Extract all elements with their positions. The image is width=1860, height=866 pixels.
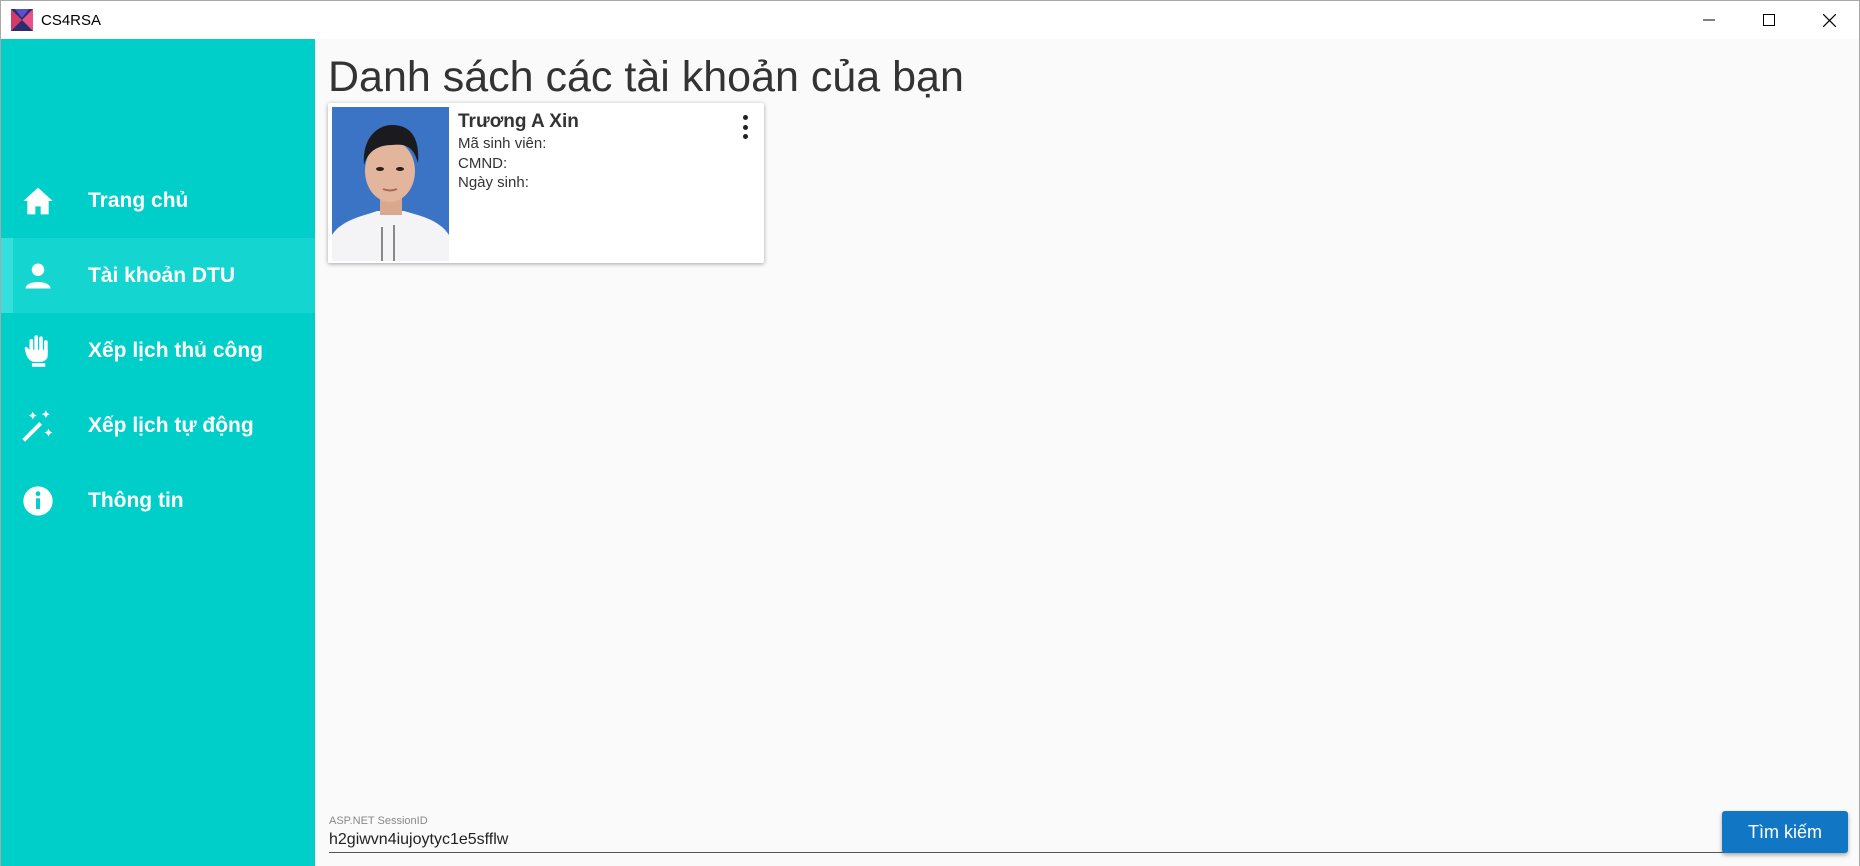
student-id-label: Mã sinh viên: xyxy=(458,135,547,152)
page-title: Danh sách các tài khoản của bạn xyxy=(328,53,964,101)
birthdate-label: Ngày sinh: xyxy=(458,174,529,191)
account-name: Trương A Xin xyxy=(458,111,579,132)
sidebar-item-account[interactable]: Tài khoản DTU xyxy=(1,238,315,313)
maximize-icon xyxy=(1763,14,1775,26)
account-icon xyxy=(21,259,55,293)
info-icon xyxy=(21,484,55,518)
sidebar-item-label: Xếp lịch tự động xyxy=(88,413,254,437)
sidebar: Trang chủ Tài khoản DTU Xếp lịch thủ côn… xyxy=(1,39,315,866)
main-content: Danh sách các tài khoản của bạn Trương A… xyxy=(315,39,1859,866)
sidebar-item-home[interactable]: Trang chủ xyxy=(1,163,315,238)
search-button[interactable]: Tìm kiếm xyxy=(1722,811,1848,853)
close-icon xyxy=(1822,13,1836,27)
maximize-button[interactable] xyxy=(1739,1,1799,39)
sidebar-item-label: Trang chủ xyxy=(88,188,189,212)
minimize-button[interactable] xyxy=(1679,1,1739,39)
session-id-label: ASP.NET SessionID xyxy=(329,815,428,827)
minimize-icon xyxy=(1703,19,1715,21)
sidebar-item-manual-schedule[interactable]: Xếp lịch thủ công xyxy=(1,313,315,388)
home-icon xyxy=(21,184,55,218)
sidebar-nav: Trang chủ Tài khoản DTU Xếp lịch thủ côn… xyxy=(1,163,315,538)
sidebar-item-label: Xếp lịch thủ công xyxy=(88,338,264,362)
app-window: CS4RSA Trang chủ Tài khoản DTU Xếp lịch … xyxy=(0,0,1860,866)
more-options-icon[interactable] xyxy=(740,115,750,139)
sidebar-item-label: Thông tin xyxy=(88,488,184,512)
close-button[interactable] xyxy=(1799,1,1859,39)
avatar xyxy=(332,107,449,261)
sidebar-item-label: Tài khoản DTU xyxy=(88,263,236,287)
title-bar: CS4RSA xyxy=(1,1,1859,39)
app-logo-icon xyxy=(11,9,33,31)
sidebar-item-info[interactable]: Thông tin xyxy=(1,463,315,538)
magic-wand-icon xyxy=(21,409,55,443)
hand-icon xyxy=(21,334,55,368)
sidebar-item-auto-schedule[interactable]: Xếp lịch tự động xyxy=(1,388,315,463)
window-title: CS4RSA xyxy=(41,11,102,29)
account-card[interactable]: Trương A Xin Mã sinh viên: CMND: Ngày si… xyxy=(328,103,764,263)
id-card-label: CMND: xyxy=(458,155,508,172)
session-id-input[interactable] xyxy=(329,827,1736,853)
